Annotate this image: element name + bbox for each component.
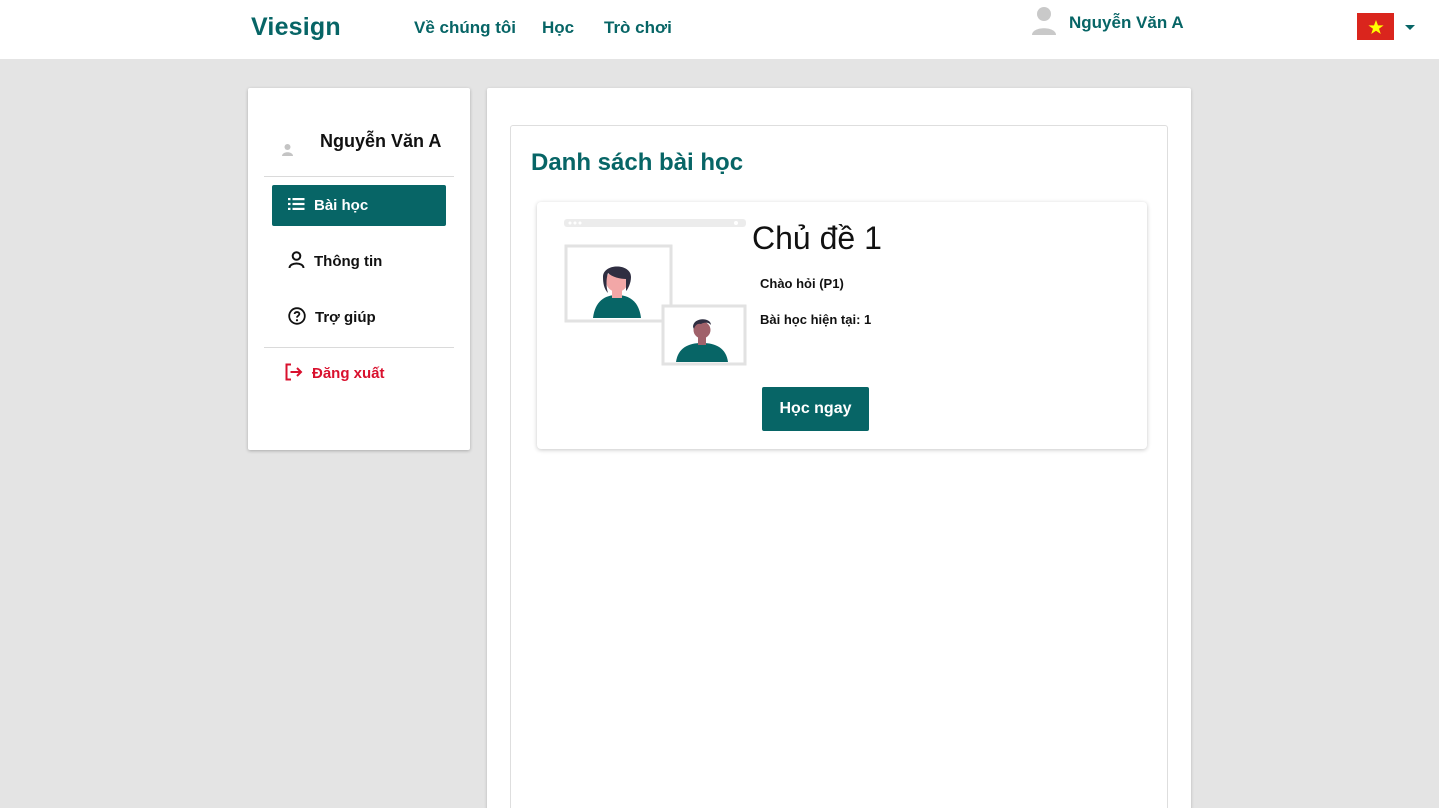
nav-link-games[interactable]: Trò chơi [604,18,672,38]
nav-user-menu[interactable]: Nguyễn Văn A [1030,6,1184,40]
sidebar-item-label: Trợ giúp [315,309,376,326]
top-navbar: Viesign Về chúng tôi Học Trò chơi Nguyễn… [0,0,1439,59]
learn-now-button[interactable]: Học ngay [762,387,869,431]
nav-link-about[interactable]: Về chúng tôi [414,18,516,38]
current-lesson: Bài học hiện tại: 1 [760,312,872,327]
video-call-illustration [564,219,748,374]
sidebar-item-info[interactable]: Thông tin [272,241,446,282]
topic-title: Chủ đề 1 [752,220,882,256]
vietnam-flag-icon[interactable] [1357,13,1394,40]
logout-label: Đăng xuất [312,365,385,382]
nav-user-name: Nguyễn Văn A [1069,13,1184,32]
sidebar-item-label: Thông tin [314,253,383,270]
help-circle-icon [288,306,306,329]
sidebar-avatar-icon [281,143,294,161]
sidebar-divider [264,176,454,177]
caret-down-icon[interactable] [1405,25,1415,30]
sidebar-divider [264,347,454,348]
list-icon [288,197,305,215]
sidebar-item-help[interactable]: Trợ giúp [272,297,446,338]
sidebar-item-lessons[interactable]: Bài học [272,185,446,226]
user-avatar-icon [1030,5,1058,42]
page-title: Danh sách bài học [531,149,744,176]
person-icon [288,250,305,273]
brand-logo[interactable]: Viesign [251,13,341,42]
logout-icon [284,363,303,385]
sidebar-user-name: Nguyễn Văn A [320,131,442,151]
lesson-name: Chào hỏi (P1) [760,276,844,291]
logout-button[interactable]: Đăng xuất [272,353,446,394]
nav-link-learn[interactable]: Học [542,18,574,38]
sidebar-item-label: Bài học [314,197,369,214]
